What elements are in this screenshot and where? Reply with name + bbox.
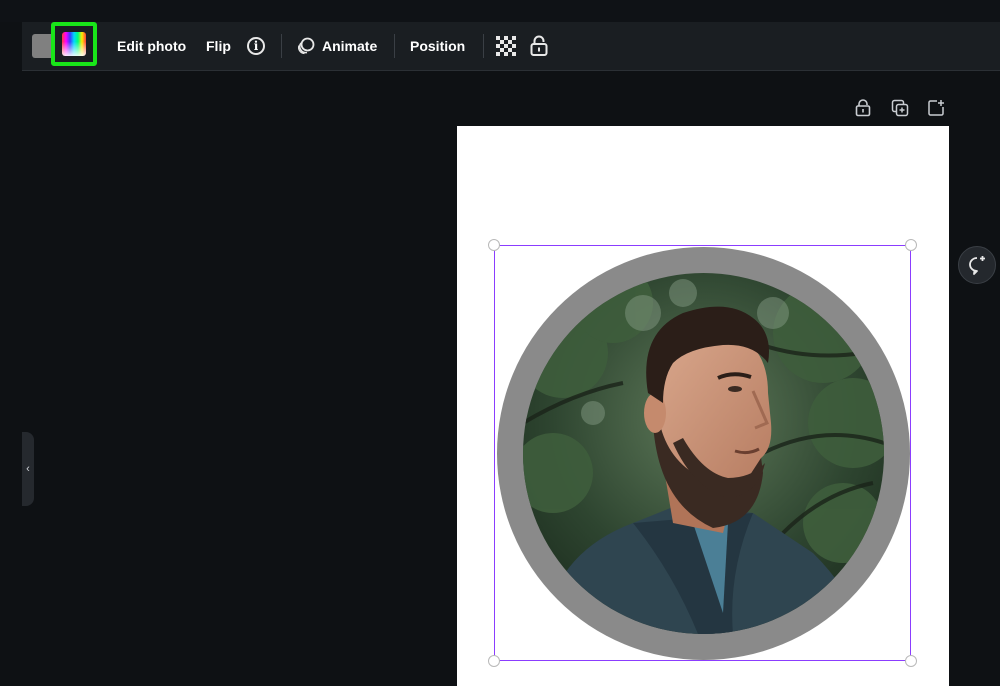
- add-comment-icon: [969, 256, 985, 275]
- color-picker-button[interactable]: [51, 22, 97, 66]
- edit-photo-label: Edit photo: [117, 38, 187, 54]
- resize-handle-bottom-right[interactable]: [905, 655, 917, 667]
- toolbar-divider: [483, 34, 484, 58]
- flip-label: Flip: [206, 38, 231, 54]
- flip-button[interactable]: Flip: [206, 22, 231, 70]
- page-lock-button[interactable]: [855, 96, 871, 120]
- duplicate-page-icon: [891, 99, 909, 117]
- add-comment-button[interactable]: [958, 246, 996, 284]
- resize-handle-top-right[interactable]: [905, 239, 917, 251]
- position-label: Position: [410, 38, 466, 54]
- side-panel-toggle[interactable]: ‹: [22, 432, 34, 506]
- animate-label: Animate: [322, 38, 378, 54]
- add-page-button[interactable]: [927, 96, 945, 120]
- lock-icon: [530, 35, 548, 56]
- edit-photo-button[interactable]: Edit photo: [117, 22, 186, 70]
- info-icon: i: [247, 37, 265, 55]
- transparency-icon: [496, 36, 516, 56]
- editor-toolbar: Edit photo Flip i Animate Position: [22, 22, 1000, 71]
- transparency-button[interactable]: [496, 22, 516, 70]
- duplicate-page-button[interactable]: [891, 96, 909, 120]
- lock-icon: [855, 99, 871, 117]
- selection-box: [494, 245, 911, 661]
- add-page-icon: [928, 100, 944, 116]
- top-strip: [0, 0, 1000, 22]
- resize-handle-bottom-left[interactable]: [488, 655, 500, 667]
- position-button[interactable]: Position: [410, 22, 465, 70]
- info-button[interactable]: i: [247, 22, 265, 70]
- toolbar-divider: [394, 34, 395, 58]
- toolbar-divider: [281, 34, 282, 58]
- animate-button[interactable]: Animate: [296, 22, 377, 70]
- animate-icon: [298, 37, 315, 55]
- lock-button[interactable]: [530, 22, 548, 70]
- resize-handle-top-left[interactable]: [488, 239, 500, 251]
- chevron-left-icon: ‹: [26, 463, 30, 475]
- color-picker-icon: [62, 32, 86, 56]
